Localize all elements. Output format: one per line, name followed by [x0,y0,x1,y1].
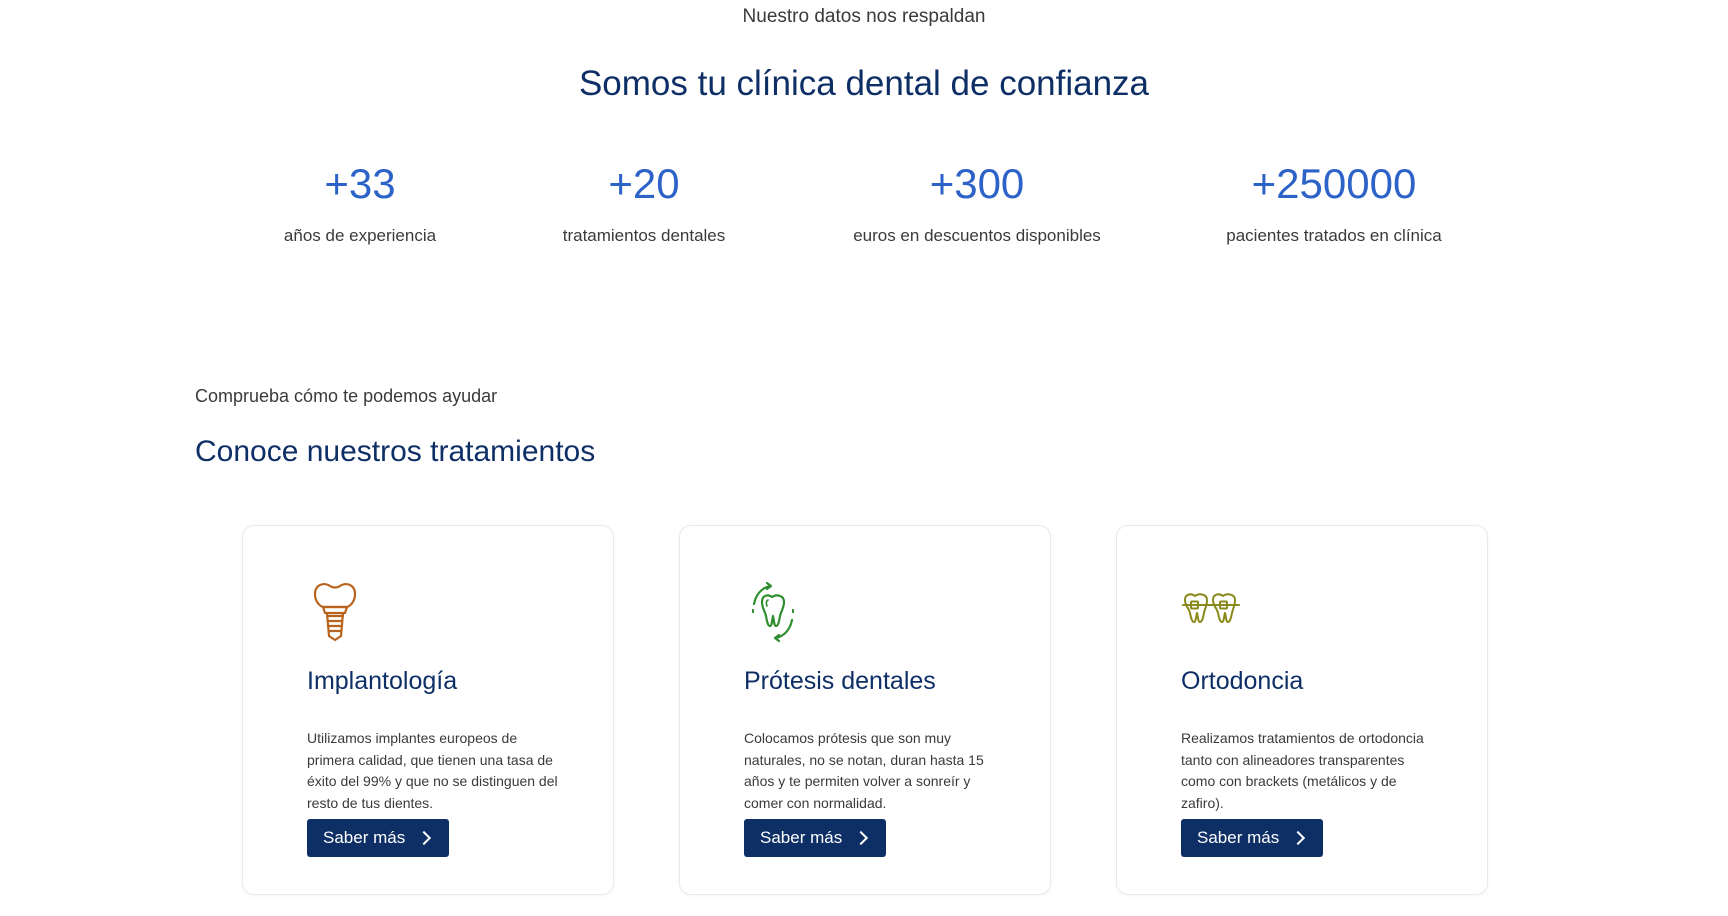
stat-item: +250000 pacientes tratados en clínica [1226,160,1441,246]
treatment-card-ortodoncia: Ortodoncia Realizamos tratamientos de or… [1116,525,1488,895]
stat-value: +33 [324,160,396,207]
card-description: Colocamos prótesis que son muy naturales… [744,730,984,811]
treatments-eyebrow: Comprueba cómo te podemos ayudar [195,386,498,406]
saber-mas-button[interactable]: Saber más [744,819,887,857]
stat-item: +300 euros en descuentos disponibles [853,160,1101,246]
treatments-title: Conoce nuestros tratamientos [195,435,596,468]
saber-mas-button[interactable]: Saber más [307,819,450,857]
treatment-card-protesis: Prótesis dentales Colocamos prótesis que… [679,525,1051,895]
stat-label: euros en descuentos disponibles [853,226,1101,245]
tooth-prosthesis-icon [744,580,802,644]
stat-item: +20 tratamientos dentales [563,160,726,246]
chevron-right-icon [417,830,432,846]
stat-value: +250000 [1251,160,1417,207]
stat-value: +20 [608,160,680,207]
card-title: Implantología [307,667,458,695]
stat-label: años de experiencia [283,226,437,245]
button-label: Saber más [323,828,406,847]
stat-value: +300 [929,160,1025,207]
saber-mas-button[interactable]: Saber más [1181,819,1324,857]
dental-implant-icon [307,580,365,644]
button-label: Saber más [760,828,843,847]
stat-item: +33 años de experiencia [284,160,436,246]
card-description: Utilizamos implantes europeos de primera… [307,730,558,811]
button-label: Saber más [1197,828,1280,847]
stat-label: pacientes tratados en clínica [1226,226,1442,245]
card-description: Realizamos tratamientos de ortodoncia ta… [1181,730,1424,811]
page: Nuestro datos nos respaldan Somos tu clí… [0,0,1728,916]
braces-teeth-icon [1181,580,1240,644]
card-title: Prótesis dentales [744,667,936,695]
stats-eyebrow: Nuestro datos nos respaldan [742,6,986,27]
card-title: Ortodoncia [1181,667,1304,695]
stat-label: tratamientos dentales [562,226,726,245]
chevron-right-icon [1291,830,1306,846]
treatment-card-implantologia: Implantología Utilizamos implantes europ… [242,525,614,895]
stats-title: Somos tu clínica dental de confianza [578,64,1150,103]
chevron-right-icon [854,830,869,846]
